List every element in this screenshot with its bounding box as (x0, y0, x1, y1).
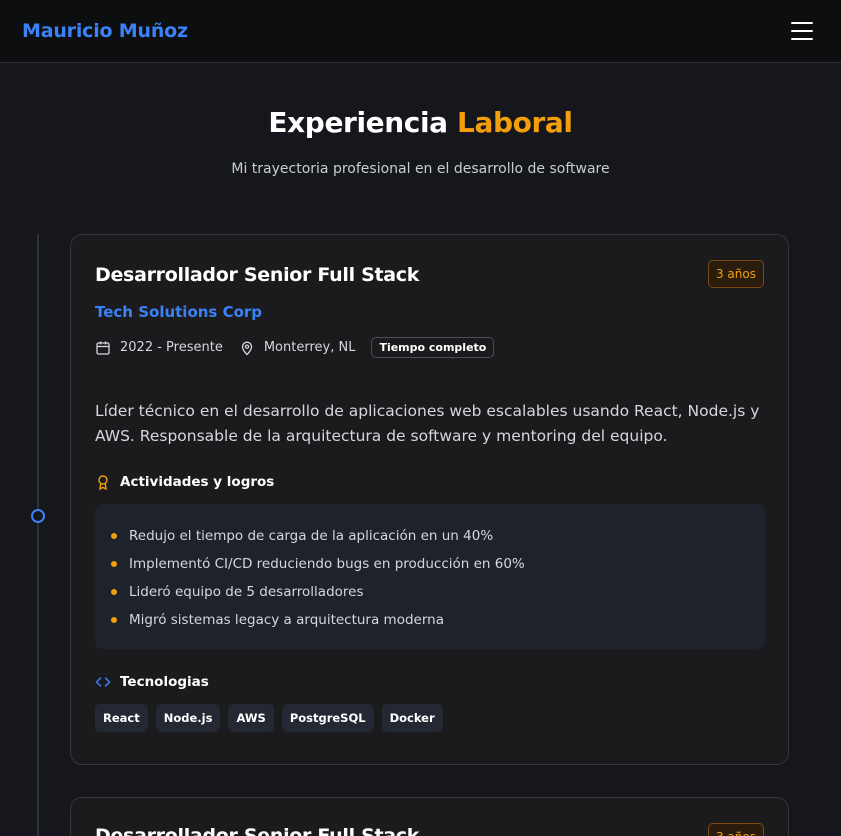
navbar: Mauricio Muñoz (0, 0, 841, 63)
list-item: Implementó CI/CD reduciendo bugs en prod… (111, 550, 765, 578)
company-name: Tech Solutions Corp (95, 303, 263, 321)
achievement-text: Lideró equipo de 5 desarrolladores (129, 584, 364, 600)
job-title: Desarrollador Senior Full Stack (95, 825, 420, 836)
section-title-main: Experiencia (268, 106, 448, 139)
award-icon (95, 474, 111, 490)
section-subtitle: Mi trayectoria profesional en el desarro… (231, 161, 610, 177)
achievements-label: Actividades y logros (120, 474, 275, 490)
employment-type-badge: Tiempo completo (371, 337, 495, 358)
tech-chip: Docker (381, 704, 443, 732)
calendar-icon (95, 340, 111, 356)
achievement-text: Migró sistemas legacy a arquitectura mod… (129, 612, 444, 628)
hamburger-menu-icon[interactable] (791, 22, 813, 40)
location-text: Monterrey, NL (263, 340, 356, 355)
bullet-icon (111, 617, 117, 623)
location-item: Monterrey, NL (239, 340, 356, 356)
tech-chip: PostgreSQL (281, 704, 374, 732)
achievements-heading: Actividades y logros (95, 474, 274, 490)
tech-chip: React (95, 704, 148, 732)
bullet-icon (111, 589, 117, 595)
job-description: Líder técnico en el desarrollo de aplica… (95, 402, 760, 445)
job-meta: 2022 - Presente Monterrey, NL Tiempo com… (95, 337, 495, 358)
job-title: Desarrollador Senior Full Stack (95, 264, 420, 286)
timeline-dot (31, 509, 45, 523)
bullet-icon (111, 561, 117, 567)
achievement-text: Implementó CI/CD reduciendo bugs en prod… (129, 556, 525, 572)
technologies-list: React Node.js AWS PostgreSQL Docker (95, 704, 451, 732)
achievements-list: Redujo el tiempo de carga de la aplicaci… (95, 504, 765, 649)
list-item: Lideró equipo de 5 desarrolladores (111, 578, 765, 606)
list-item: Migró sistemas legacy a arquitectura mod… (111, 606, 765, 634)
technologies-heading: Tecnologias (95, 674, 209, 690)
experience-card: Desarrollador Senior Full Stack 3 años (70, 797, 789, 836)
experience-card: Desarrollador Senior Full Stack 3 años T… (70, 234, 789, 765)
section-title: Experiencia Laboral (0, 106, 841, 139)
duration-badge: 3 años (707, 823, 764, 836)
section-title-accent: Laboral (457, 106, 573, 139)
tech-chip: AWS (228, 704, 274, 732)
location-pin-icon (239, 340, 255, 356)
achievement-text: Redujo el tiempo de carga de la aplicaci… (129, 528, 494, 544)
tech-chip: Node.js (155, 704, 221, 732)
period-item: 2022 - Presente (95, 340, 223, 356)
bullet-icon (111, 533, 117, 539)
technologies-label: Tecnologias (120, 674, 209, 690)
list-item: Redujo el tiempo de carga de la aplicaci… (111, 522, 765, 550)
period-text: 2022 - Presente (120, 340, 223, 355)
brand-logo[interactable]: Mauricio Muñoz (22, 20, 188, 42)
timeline-line (37, 234, 39, 836)
duration-badge: 3 años (707, 260, 764, 288)
code-icon (95, 674, 111, 690)
